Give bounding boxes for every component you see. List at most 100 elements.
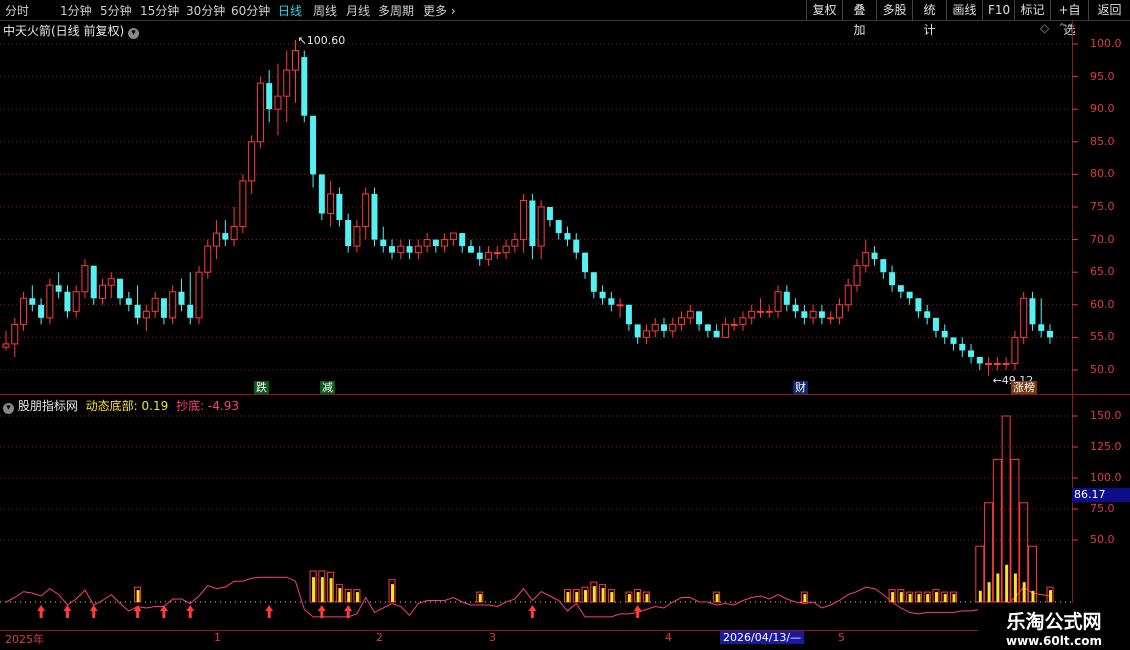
kline-chart[interactable] bbox=[0, 0, 1130, 650]
candle-body bbox=[362, 193, 370, 228]
candle-body bbox=[897, 285, 904, 292]
candle-body bbox=[318, 174, 325, 214]
dynamic-bottom-bar bbox=[996, 573, 1000, 602]
candle-body bbox=[985, 362, 993, 365]
candle-body bbox=[467, 246, 474, 253]
price-tick-label: 75.0 bbox=[1090, 200, 1115, 213]
price-tick-label: 95.0 bbox=[1090, 69, 1115, 83]
dynamic-bottom-bar bbox=[1022, 582, 1026, 602]
buy-arrow-icon bbox=[528, 605, 537, 618]
candle-body bbox=[485, 252, 493, 260]
candle-body bbox=[248, 141, 256, 182]
candle-body bbox=[616, 304, 624, 307]
candle-body bbox=[599, 291, 606, 299]
dynamic-bottom-bar bbox=[715, 594, 719, 602]
candle-body bbox=[625, 304, 632, 325]
event-badge-gain-list[interactable]: 涨榜 bbox=[1011, 381, 1037, 394]
candle-body bbox=[292, 50, 300, 71]
candle-body bbox=[20, 297, 28, 325]
indicator-tick-label: 125.0 bbox=[1090, 440, 1122, 453]
candle-body bbox=[81, 265, 89, 293]
candle-body bbox=[696, 311, 703, 325]
candle-body bbox=[380, 239, 387, 247]
candle-body bbox=[915, 298, 922, 312]
candle-body bbox=[1002, 362, 1010, 365]
candle-body bbox=[871, 252, 878, 260]
candle-body bbox=[449, 232, 457, 241]
event-badge-reduce[interactable]: 减 bbox=[320, 381, 335, 394]
dynamic-bottom-bar bbox=[1005, 564, 1009, 602]
candle-body bbox=[993, 362, 1001, 365]
candle-body bbox=[546, 207, 553, 221]
candle-body bbox=[809, 310, 817, 319]
candle-body bbox=[634, 324, 641, 338]
candle-body bbox=[932, 317, 939, 331]
candle-body bbox=[414, 245, 422, 254]
candle-body bbox=[968, 350, 975, 357]
price-tick-label: 80.0 bbox=[1090, 167, 1115, 181]
candle-body bbox=[2, 343, 10, 348]
dynamic-bottom-bar bbox=[136, 590, 140, 602]
dynamic-bottom-bar bbox=[478, 594, 482, 602]
current-value-marker: 86.17 bbox=[1072, 488, 1130, 503]
candle-body bbox=[792, 304, 799, 312]
candle-body bbox=[1011, 336, 1019, 364]
candle-body bbox=[29, 298, 36, 305]
candle-body bbox=[230, 226, 238, 241]
candle-body bbox=[222, 233, 229, 240]
candle-body bbox=[801, 311, 808, 318]
candle-body bbox=[853, 265, 861, 286]
candle-body bbox=[256, 82, 264, 143]
dynamic-bottom-bar bbox=[566, 592, 570, 602]
indicator-tick-label: 50.0 bbox=[1090, 533, 1115, 546]
event-badge-fall[interactable]: 跌 bbox=[254, 381, 269, 394]
candle-body bbox=[889, 272, 896, 286]
candle-body bbox=[844, 284, 852, 306]
candle-body bbox=[38, 304, 45, 318]
candle-body bbox=[1020, 297, 1028, 338]
candle-body bbox=[187, 304, 194, 318]
candle-body bbox=[397, 245, 405, 254]
dynamic-bottom-bar bbox=[899, 592, 903, 602]
date-label-apr: 4 bbox=[665, 631, 672, 644]
candle-body bbox=[520, 199, 528, 241]
dynamic-bottom-bar bbox=[934, 592, 938, 602]
indicator-name: 股朋指标网 bbox=[17, 399, 78, 413]
dynamic-bottom-bar bbox=[978, 590, 982, 602]
dynamic-bottom-bar bbox=[610, 592, 614, 602]
candle-body bbox=[590, 272, 597, 292]
candle-body bbox=[906, 291, 913, 299]
candle-body bbox=[739, 317, 747, 325]
date-label-feb: 2 bbox=[376, 631, 383, 644]
candle-body bbox=[1029, 298, 1036, 325]
candle-body bbox=[239, 180, 247, 228]
buy-arrow-icon bbox=[265, 605, 274, 618]
candle-body bbox=[660, 324, 667, 331]
dynamic-bottom-bar bbox=[391, 584, 395, 602]
candle-body bbox=[389, 246, 396, 253]
cursor-date-label: 2026/04/13/— bbox=[720, 631, 805, 644]
candle-body bbox=[169, 291, 177, 319]
dynamic-bottom-bar bbox=[987, 582, 991, 602]
candle-body bbox=[371, 193, 378, 240]
candle-body bbox=[142, 310, 150, 319]
candle-body bbox=[266, 83, 273, 110]
candle-body bbox=[959, 343, 966, 351]
candle-body bbox=[213, 232, 221, 247]
candle-body bbox=[862, 252, 870, 267]
candle-body bbox=[941, 330, 948, 338]
watermark: 乐淘公式网 www.60lt.com bbox=[978, 603, 1130, 650]
candle-body bbox=[423, 239, 431, 247]
dynamic-bottom-bar bbox=[645, 594, 649, 602]
candle-body bbox=[818, 311, 825, 318]
candle-body bbox=[406, 246, 413, 253]
candle-body bbox=[1038, 324, 1045, 331]
dynamic-bottom-bar bbox=[1031, 590, 1035, 602]
chevron-down-icon[interactable]: ▾ bbox=[3, 403, 14, 414]
event-badge-finance[interactable]: 财 bbox=[793, 381, 808, 394]
candle-body bbox=[274, 95, 282, 110]
candle-body bbox=[310, 115, 317, 175]
price-tick-label: 90.0 bbox=[1090, 102, 1115, 116]
candle-body bbox=[125, 298, 132, 305]
candle-body bbox=[72, 291, 80, 312]
